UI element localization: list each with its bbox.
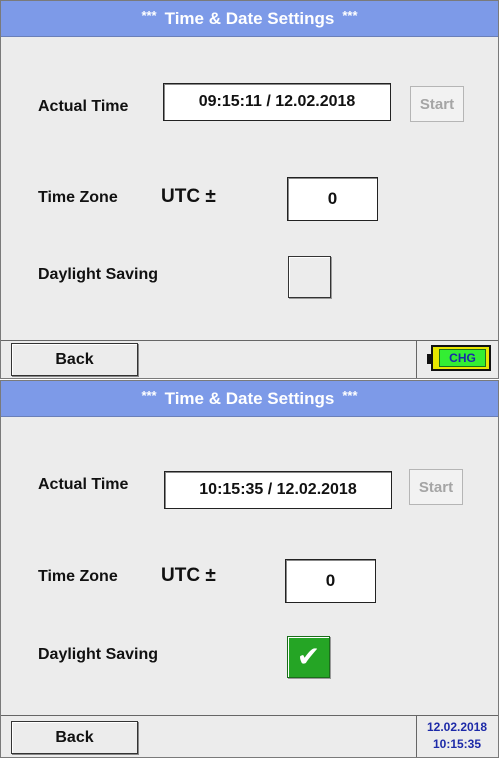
utc-label: UTC ±	[161, 565, 216, 586]
title-stars-right: ***	[342, 388, 358, 403]
actual-time-label: Actual Time	[38, 98, 129, 115]
page-title: Time & Date Settings	[164, 388, 335, 408]
status-datetime: 12.02.2018 10:15:35	[417, 719, 497, 753]
title-stars-left: ***	[141, 8, 157, 23]
daylight-saving-label: Daylight Saving	[38, 646, 159, 663]
daylight-saving-checkbox[interactable]: ✔	[287, 636, 330, 678]
battery-terminal	[427, 354, 431, 364]
start-button[interactable]: Start	[409, 469, 463, 505]
page-title: Time & Date Settings	[164, 8, 335, 28]
battery-charging-icon: CHG	[427, 345, 491, 371]
daylight-saving-label: Daylight Saving	[38, 266, 159, 283]
settings-screen-2: *** Time & Date Settings *** Actual Time…	[0, 380, 499, 758]
time-zone-label: Time Zone	[38, 189, 118, 206]
time-zone-label: Time Zone	[38, 568, 118, 585]
status-time: 10:15:35	[432, 737, 482, 751]
charging-badge: CHG	[439, 349, 486, 367]
settings-screen-1: *** Time & Date Settings *** Actual Time…	[0, 0, 499, 379]
footer-separator	[416, 341, 417, 378]
checkmark-icon: ✔	[296, 641, 321, 672]
title-stars-left: ***	[141, 388, 157, 403]
start-button[interactable]: Start	[410, 86, 464, 122]
title-bar: *** Time & Date Settings ***	[1, 1, 498, 37]
actual-time-label: Actual Time	[38, 476, 129, 493]
footer-divider	[1, 340, 498, 341]
status-date: 12.02.2018	[426, 720, 488, 734]
actual-time-field[interactable]: 10:15:35 / 12.02.2018	[164, 471, 392, 509]
title-stars-right: ***	[342, 8, 358, 23]
utc-label: UTC ±	[161, 186, 216, 207]
title-bar: *** Time & Date Settings ***	[1, 381, 498, 417]
footer-divider	[1, 715, 498, 716]
actual-time-field[interactable]: 09:15:11 / 12.02.2018	[163, 83, 391, 121]
time-zone-field[interactable]: 0	[287, 177, 378, 221]
daylight-saving-checkbox[interactable]	[288, 256, 331, 298]
time-zone-field[interactable]: 0	[285, 559, 376, 603]
back-button[interactable]: Back	[11, 343, 138, 376]
back-button[interactable]: Back	[11, 721, 138, 754]
